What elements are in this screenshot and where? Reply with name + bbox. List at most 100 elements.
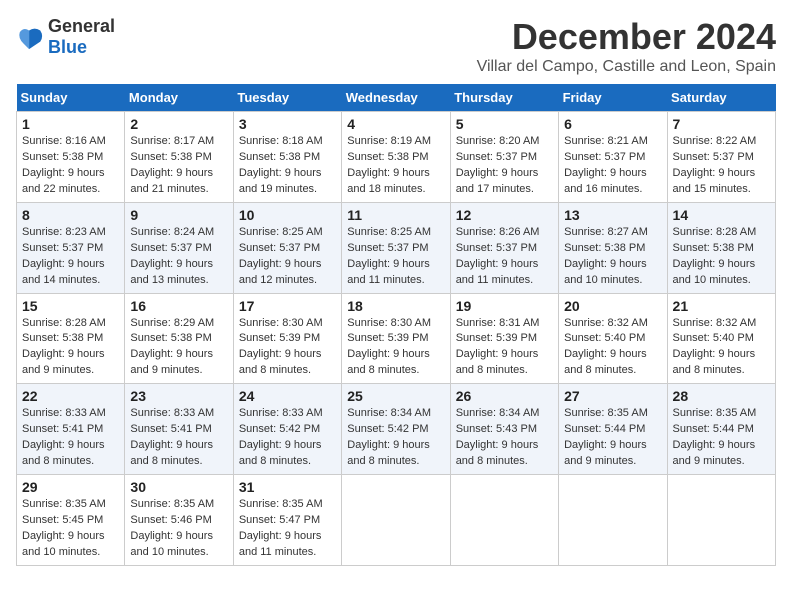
calendar-cell: 22 Sunrise: 8:33 AMSunset: 5:41 PMDaylig…	[17, 384, 125, 475]
calendar-cell: 4 Sunrise: 8:19 AMSunset: 5:38 PMDayligh…	[342, 112, 450, 203]
day-detail: Sunrise: 8:27 AMSunset: 5:38 PMDaylight:…	[564, 226, 648, 286]
day-number: 22	[22, 388, 119, 404]
day-detail: Sunrise: 8:34 AMSunset: 5:42 PMDaylight:…	[347, 407, 431, 467]
logo-text: General Blue	[48, 16, 115, 58]
header: General Blue December 2024 Villar del Ca…	[16, 16, 776, 76]
calendar-header-cell: Saturday	[667, 84, 775, 112]
day-number: 18	[347, 298, 444, 314]
calendar-cell: 5 Sunrise: 8:20 AMSunset: 5:37 PMDayligh…	[450, 112, 558, 203]
day-number: 24	[239, 388, 336, 404]
calendar-header-cell: Wednesday	[342, 84, 450, 112]
calendar-cell: 27 Sunrise: 8:35 AMSunset: 5:44 PMDaylig…	[559, 384, 667, 475]
day-number: 19	[456, 298, 553, 314]
day-detail: Sunrise: 8:26 AMSunset: 5:37 PMDaylight:…	[456, 226, 540, 286]
day-detail: Sunrise: 8:35 AMSunset: 5:44 PMDaylight:…	[673, 407, 757, 467]
calendar-cell: 29 Sunrise: 8:35 AMSunset: 5:45 PMDaylig…	[17, 475, 125, 566]
calendar-cell: 1 Sunrise: 8:16 AMSunset: 5:38 PMDayligh…	[17, 112, 125, 203]
day-detail: Sunrise: 8:18 AMSunset: 5:38 PMDaylight:…	[239, 135, 323, 195]
day-detail: Sunrise: 8:21 AMSunset: 5:37 PMDaylight:…	[564, 135, 648, 195]
calendar-cell: 6 Sunrise: 8:21 AMSunset: 5:37 PMDayligh…	[559, 112, 667, 203]
day-number: 3	[239, 116, 336, 132]
calendar-header-cell: Thursday	[450, 84, 558, 112]
calendar-body: 1 Sunrise: 8:16 AMSunset: 5:38 PMDayligh…	[17, 112, 776, 566]
calendar-header-cell: Tuesday	[233, 84, 341, 112]
day-detail: Sunrise: 8:24 AMSunset: 5:37 PMDaylight:…	[130, 226, 214, 286]
day-detail: Sunrise: 8:23 AMSunset: 5:37 PMDaylight:…	[22, 226, 106, 286]
calendar-cell: 19 Sunrise: 8:31 AMSunset: 5:39 PMDaylig…	[450, 293, 558, 384]
calendar-week-row: 1 Sunrise: 8:16 AMSunset: 5:38 PMDayligh…	[17, 112, 776, 203]
calendar-cell	[450, 475, 558, 566]
day-number: 11	[347, 207, 444, 223]
logo: General Blue	[16, 16, 115, 58]
day-detail: Sunrise: 8:33 AMSunset: 5:41 PMDaylight:…	[130, 407, 214, 467]
calendar-cell: 13 Sunrise: 8:27 AMSunset: 5:38 PMDaylig…	[559, 202, 667, 293]
day-detail: Sunrise: 8:25 AMSunset: 5:37 PMDaylight:…	[347, 226, 431, 286]
calendar-cell: 8 Sunrise: 8:23 AMSunset: 5:37 PMDayligh…	[17, 202, 125, 293]
day-number: 20	[564, 298, 661, 314]
day-detail: Sunrise: 8:22 AMSunset: 5:37 PMDaylight:…	[673, 135, 757, 195]
day-number: 1	[22, 116, 119, 132]
calendar-cell: 21 Sunrise: 8:32 AMSunset: 5:40 PMDaylig…	[667, 293, 775, 384]
calendar-table: SundayMondayTuesdayWednesdayThursdayFrid…	[16, 84, 776, 566]
calendar-cell: 31 Sunrise: 8:35 AMSunset: 5:47 PMDaylig…	[233, 475, 341, 566]
day-detail: Sunrise: 8:20 AMSunset: 5:37 PMDaylight:…	[456, 135, 540, 195]
day-detail: Sunrise: 8:29 AMSunset: 5:38 PMDaylight:…	[130, 317, 214, 377]
day-detail: Sunrise: 8:30 AMSunset: 5:39 PMDaylight:…	[239, 317, 323, 377]
calendar-week-row: 22 Sunrise: 8:33 AMSunset: 5:41 PMDaylig…	[17, 384, 776, 475]
calendar-header-cell: Sunday	[17, 84, 125, 112]
day-number: 30	[130, 479, 227, 495]
calendar-header-row: SundayMondayTuesdayWednesdayThursdayFrid…	[17, 84, 776, 112]
day-number: 23	[130, 388, 227, 404]
day-number: 26	[456, 388, 553, 404]
day-number: 25	[347, 388, 444, 404]
day-number: 28	[673, 388, 770, 404]
calendar-week-row: 8 Sunrise: 8:23 AMSunset: 5:37 PMDayligh…	[17, 202, 776, 293]
calendar-cell: 24 Sunrise: 8:33 AMSunset: 5:42 PMDaylig…	[233, 384, 341, 475]
day-detail: Sunrise: 8:35 AMSunset: 5:46 PMDaylight:…	[130, 498, 214, 558]
calendar-cell	[667, 475, 775, 566]
calendar-cell: 18 Sunrise: 8:30 AMSunset: 5:39 PMDaylig…	[342, 293, 450, 384]
day-number: 31	[239, 479, 336, 495]
day-detail: Sunrise: 8:34 AMSunset: 5:43 PMDaylight:…	[456, 407, 540, 467]
calendar-cell: 2 Sunrise: 8:17 AMSunset: 5:38 PMDayligh…	[125, 112, 233, 203]
day-detail: Sunrise: 8:35 AMSunset: 5:47 PMDaylight:…	[239, 498, 323, 558]
day-number: 12	[456, 207, 553, 223]
calendar-cell: 20 Sunrise: 8:32 AMSunset: 5:40 PMDaylig…	[559, 293, 667, 384]
day-number: 17	[239, 298, 336, 314]
calendar-cell: 17 Sunrise: 8:30 AMSunset: 5:39 PMDaylig…	[233, 293, 341, 384]
calendar-cell: 28 Sunrise: 8:35 AMSunset: 5:44 PMDaylig…	[667, 384, 775, 475]
day-detail: Sunrise: 8:19 AMSunset: 5:38 PMDaylight:…	[347, 135, 431, 195]
calendar-cell: 30 Sunrise: 8:35 AMSunset: 5:46 PMDaylig…	[125, 475, 233, 566]
day-detail: Sunrise: 8:28 AMSunset: 5:38 PMDaylight:…	[22, 317, 106, 377]
day-number: 14	[673, 207, 770, 223]
day-detail: Sunrise: 8:32 AMSunset: 5:40 PMDaylight:…	[673, 317, 757, 377]
day-number: 2	[130, 116, 227, 132]
day-number: 16	[130, 298, 227, 314]
calendar-cell: 7 Sunrise: 8:22 AMSunset: 5:37 PMDayligh…	[667, 112, 775, 203]
day-number: 10	[239, 207, 336, 223]
day-detail: Sunrise: 8:25 AMSunset: 5:37 PMDaylight:…	[239, 226, 323, 286]
title-area: December 2024 Villar del Campo, Castille…	[477, 16, 776, 76]
day-number: 4	[347, 116, 444, 132]
day-number: 29	[22, 479, 119, 495]
calendar-header-cell: Friday	[559, 84, 667, 112]
day-detail: Sunrise: 8:35 AMSunset: 5:45 PMDaylight:…	[22, 498, 106, 558]
calendar-cell: 15 Sunrise: 8:28 AMSunset: 5:38 PMDaylig…	[17, 293, 125, 384]
logo-icon	[16, 23, 44, 51]
day-number: 6	[564, 116, 661, 132]
day-detail: Sunrise: 8:31 AMSunset: 5:39 PMDaylight:…	[456, 317, 540, 377]
calendar-cell: 10 Sunrise: 8:25 AMSunset: 5:37 PMDaylig…	[233, 202, 341, 293]
day-number: 21	[673, 298, 770, 314]
calendar-cell: 9 Sunrise: 8:24 AMSunset: 5:37 PMDayligh…	[125, 202, 233, 293]
calendar-week-row: 29 Sunrise: 8:35 AMSunset: 5:45 PMDaylig…	[17, 475, 776, 566]
day-number: 5	[456, 116, 553, 132]
calendar-header-cell: Monday	[125, 84, 233, 112]
day-detail: Sunrise: 8:16 AMSunset: 5:38 PMDaylight:…	[22, 135, 106, 195]
day-number: 13	[564, 207, 661, 223]
location-title: Villar del Campo, Castille and Leon, Spa…	[477, 58, 776, 76]
day-number: 27	[564, 388, 661, 404]
calendar-cell	[559, 475, 667, 566]
day-number: 9	[130, 207, 227, 223]
day-number: 15	[22, 298, 119, 314]
day-detail: Sunrise: 8:30 AMSunset: 5:39 PMDaylight:…	[347, 317, 431, 377]
